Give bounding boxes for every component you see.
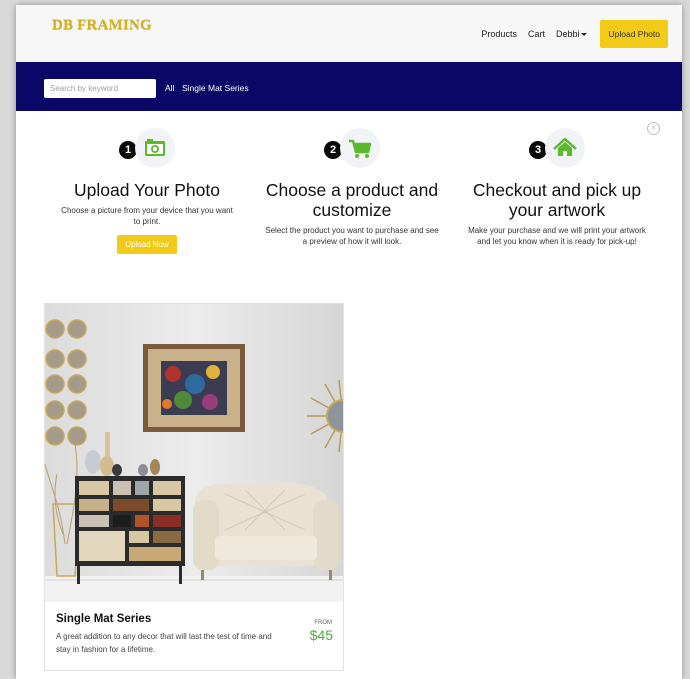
step-title: Upload Your Photo [74,180,220,200]
step-description: Choose a picture from your device that y… [61,206,233,226]
step-upload: 1 Upload Your Photo Choose a picture fro… [49,125,245,254]
user-name: Debbi [555,28,580,39]
product-price: $45 [309,627,333,643]
upload-now-button[interactable]: Upload Now [117,235,177,254]
upload-photo-button[interactable]: Upload Photo [600,19,668,48]
product-description: A great addition to any decor that will … [56,632,272,654]
nav-cart[interactable]: Cart [528,29,545,39]
step-description: Make your purchase and we will print you… [468,226,646,246]
product-image[interactable] [45,304,343,602]
product-card[interactable]: Single Mat Series A great addition to an… [44,303,344,671]
step-icon-circle [545,128,585,168]
step-icon-circle [135,128,175,168]
brand-logo[interactable]: DB FRAMING [52,17,152,34]
step-title: Checkout and pick up your artwork [472,180,642,220]
page: DB FRAMING Products Cart Debbi Upload Ph… [16,5,682,679]
cart-icon [349,139,372,158]
step-header: 3 [459,125,655,173]
search-input[interactable] [44,79,156,98]
step-header: 1 [49,125,245,173]
room-scene-illustration [45,304,343,602]
user-menu[interactable]: Debbi [556,29,588,39]
step-customize: 2 Choose a product and customize Select … [254,125,450,247]
step-description: Select the product you want to purchase … [265,226,439,246]
home-icon [553,137,577,156]
product-title[interactable]: Single Mat Series [56,613,151,625]
main-nav: Products Cart Debbi Upload Photo [481,5,668,62]
step-icon-circle [340,128,380,168]
step-header: 2 [254,125,450,173]
price-label: FROM [314,620,332,626]
nav-products[interactable]: Products [481,29,517,39]
filter-single-mat-link[interactable]: Single Mat Series [182,83,249,93]
filter-all-link[interactable]: All [165,83,174,93]
camera-icon [145,139,165,156]
search-bar: All Single Mat Series [16,62,682,111]
step-checkout: 3 Checkout and pick up your artwork Make… [459,125,655,247]
top-navbar: DB FRAMING Products Cart Debbi Upload Ph… [16,5,682,62]
step-title: Choose a product and customize [265,180,439,220]
chevron-down-icon [581,32,588,36]
